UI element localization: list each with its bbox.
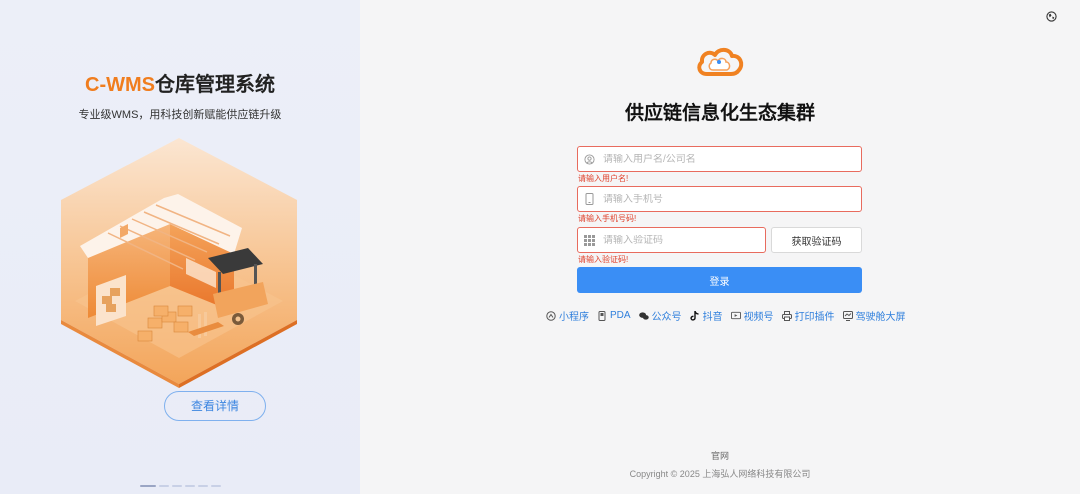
- carousel-dot[interactable]: [211, 485, 221, 487]
- link-douyin[interactable]: 抖音: [690, 308, 723, 323]
- user-icon: [584, 153, 595, 165]
- code-error: 请输入验证码!: [578, 255, 629, 264]
- douyin-icon: [690, 310, 700, 321]
- carousel-dot[interactable]: [198, 485, 208, 487]
- brand-accent: C-WMS: [85, 74, 155, 96]
- link-video[interactable]: 视频号: [730, 308, 774, 323]
- link-label: 视频号: [743, 312, 774, 323]
- username-input[interactable]: [603, 153, 861, 165]
- quick-links: 小程序 PDA 公众号 抖音 视频号 打印插件 驾驶舱大屏: [546, 308, 914, 323]
- link-dashboard[interactable]: 驾驶舱大屏: [842, 308, 906, 323]
- get-code-button[interactable]: 获取验证码: [771, 227, 862, 253]
- phone-icon: [584, 193, 595, 205]
- keypad-icon: [584, 234, 595, 246]
- brand-title: C-WMS仓库管理系统: [0, 68, 360, 97]
- carousel-dot[interactable]: [172, 485, 182, 487]
- link-print-plugin[interactable]: 打印插件: [781, 308, 835, 323]
- link-label: 抖音: [702, 312, 723, 323]
- link-wechat[interactable]: 公众号: [638, 308, 682, 323]
- code-input[interactable]: [603, 234, 765, 246]
- view-details-button[interactable]: 查看详情: [164, 391, 266, 421]
- link-label: 驾驶舱大屏: [855, 312, 906, 323]
- carousel-dot[interactable]: [185, 485, 195, 487]
- link-pda[interactable]: PDA: [597, 310, 631, 321]
- wechat-icon: [638, 311, 649, 321]
- carousel-dot[interactable]: [159, 485, 169, 487]
- globe-icon[interactable]: [1046, 11, 1057, 22]
- code-field-wrapper: [577, 227, 766, 253]
- promo-panel: C-WMS仓库管理系统 专业级WMS，用科技创新赋能供应链升级 查看详情: [0, 0, 360, 494]
- carousel-dot[interactable]: [140, 485, 156, 487]
- page-title: 供应链信息化生态集群: [624, 103, 815, 124]
- official-site-link[interactable]: 官网: [700, 449, 740, 462]
- username-field-wrapper: [577, 146, 862, 172]
- cloud-logo-icon: [697, 47, 744, 76]
- link-label: 小程序: [559, 312, 589, 323]
- link-label: 打印插件: [794, 312, 835, 323]
- carousel-indicators: [140, 485, 221, 487]
- login-button[interactable]: 登录: [577, 267, 862, 293]
- miniprogram-icon: [546, 310, 556, 321]
- link-label: 公众号: [651, 312, 682, 323]
- username-error: 请输入用户名!: [578, 174, 629, 183]
- phone-error: 请输入手机号码!: [578, 214, 637, 223]
- printer-icon: [781, 310, 792, 321]
- link-miniprogram[interactable]: 小程序: [546, 308, 589, 323]
- phone-input[interactable]: [602, 193, 861, 205]
- dashboard-icon: [842, 310, 853, 321]
- phone-field-wrapper: [577, 186, 862, 212]
- slogan: 专业级WMS，用科技创新赋能供应链升级: [78, 109, 282, 121]
- link-label: PDA: [610, 310, 631, 321]
- brand-name: 仓库管理系统: [154, 74, 275, 96]
- video-icon: [730, 311, 741, 321]
- copyright-text: Copyright © 2025 上海弘人网络科技有限公司: [629, 469, 811, 479]
- warehouse-illustration: [61, 138, 297, 388]
- pda-icon: [597, 310, 607, 321]
